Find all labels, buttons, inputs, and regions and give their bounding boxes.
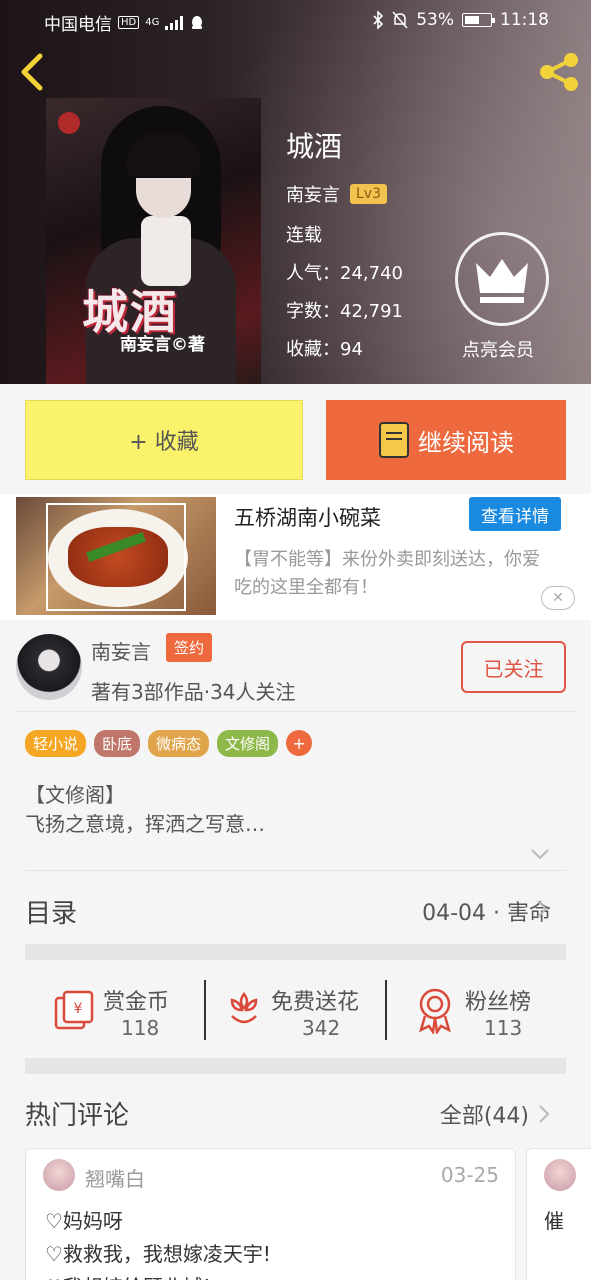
all-comments-link[interactable]: 全部(44) [440, 1098, 529, 1130]
flower-icon [230, 991, 258, 1024]
comment-line: ♡我想嫁给顾北城! [45, 1271, 211, 1280]
book-word-count: 字数：42,791 [286, 301, 403, 322]
signed-badge: 签约 [166, 633, 213, 662]
tag-list: 轻小说 卧底 微病态 文修阁 + [25, 730, 313, 757]
stat-value: 118 [121, 1016, 160, 1040]
hd-icon: HD [118, 16, 140, 29]
follow-button[interactable]: 已关注 [461, 641, 566, 693]
cover-moon [58, 112, 80, 134]
vip-label: 点亮会员 [462, 340, 534, 361]
ad-detail-button[interactable]: 查看详情 [469, 497, 561, 531]
expand-intro-button[interactable] [530, 846, 550, 860]
comment-card[interactable]: 催 [526, 1148, 591, 1280]
commenter-avatar[interactable] [43, 1159, 75, 1191]
author-level-badge: Lv3 [350, 184, 387, 204]
tag-item[interactable]: 卧底 [94, 730, 141, 757]
divider [25, 870, 566, 871]
book-cover[interactable]: 城酒 南妄言©著 [46, 98, 261, 384]
divider [16, 711, 575, 712]
author-avatar[interactable] [16, 634, 82, 700]
book-header: 中国电信 HD 4G 53% 11:18 城酒 南妄言©著 城酒 南妄言 Lv3… [0, 0, 591, 384]
tag-item[interactable]: 轻小说 [25, 730, 87, 757]
carrier-label: 中国电信 [44, 15, 112, 35]
book-status: 连载 [286, 225, 322, 246]
ad-title: 五桥湖南小碗菜 [234, 506, 381, 530]
ad-image-frame [46, 503, 186, 611]
comment-line: ♡救救我，我想嫁凌天宇! [45, 1242, 271, 1266]
tag-item[interactable]: 文修阁 [217, 730, 279, 757]
crown-icon [476, 259, 528, 303]
commenter-avatar[interactable] [544, 1159, 576, 1191]
book-icon [379, 422, 409, 458]
svg-text:¥: ¥ [74, 1001, 83, 1017]
book-author[interactable]: 南妄言 [286, 181, 340, 207]
stat-label: 免费送花 [271, 990, 360, 1015]
medal-icon [419, 988, 451, 1034]
chevron-right-icon [537, 900, 548, 918]
book-info: 城酒 南妄言 Lv3 连载 人气：24,740 字数：42,791 收藏：94 [286, 125, 403, 373]
comment-line: ♡妈妈呀 [45, 1209, 123, 1233]
network-label: 4G [145, 17, 160, 28]
section-separator [25, 944, 566, 960]
tag-item[interactable]: 微病态 [148, 730, 210, 757]
status-bar: 中国电信 HD 4G 53% 11:18 [0, 0, 591, 40]
stat-label: 赏金币 [103, 990, 170, 1015]
chevron-right-icon [539, 1105, 550, 1123]
battery-percent: 53% [416, 10, 454, 30]
share-button[interactable] [535, 48, 583, 96]
comment-card[interactable]: 翘嘴白 03-25 ♡妈妈呀 ♡救救我，我想嫁凌天宇! ♡我想嫁给顾北城! [25, 1148, 516, 1280]
fan-ranking-stat[interactable]: 粉丝榜 113 [387, 970, 566, 1050]
battery-icon [462, 13, 495, 27]
chevron-down-icon [531, 849, 549, 860]
bluetooth-icon [373, 11, 384, 29]
author-works-summary: 著有3部作品·34人关注 [91, 680, 296, 704]
comment-line: 催 [544, 1209, 564, 1233]
add-tag-button[interactable]: + [286, 730, 313, 756]
stat-value: 113 [484, 1016, 523, 1040]
book-popularity: 人气：24,740 [286, 263, 403, 284]
author-name[interactable]: 南妄言 [91, 636, 151, 665]
vip-button[interactable] [455, 232, 549, 326]
ad-description: 【胃不能等】来份外卖即刻送达，你爱吃的这里全都有！ [234, 549, 540, 598]
signal-icon [165, 15, 184, 30]
comment-date: 03-25 [440, 1163, 499, 1187]
book-intro: 【文修阁】 飞扬之意境，挥洒之写意… [25, 781, 265, 839]
section-separator [25, 1058, 566, 1074]
book-favorites: 收藏：94 [286, 339, 363, 360]
mute-bell-icon [392, 11, 408, 29]
hot-comments-title: 热门评论 [25, 1101, 130, 1131]
toc-title[interactable]: 目录 [25, 893, 77, 930]
continue-read-label: 继续阅读 [418, 428, 514, 457]
cover-author: 南妄言©著 [120, 335, 205, 355]
clock: 11:18 [500, 10, 549, 30]
close-icon: ✕ [552, 590, 564, 606]
book-title: 城酒 [286, 130, 343, 163]
ad-banner[interactable]: 五桥湖南小碗菜 查看详情 【胃不能等】来份外卖即刻送达，你爱吃的这里全都有！ [0, 494, 591, 620]
stat-label: 粉丝榜 [465, 990, 532, 1015]
cover-hair [126, 133, 201, 178]
stats-row: ¥ 赏金币 118 免费送花 342 粉丝榜 113 [25, 970, 566, 1050]
ad-image[interactable] [16, 497, 216, 615]
commenter-name[interactable]: 翘嘴白 [85, 1163, 145, 1192]
free-flower-stat[interactable]: 免费送花 342 [206, 970, 384, 1050]
reward-coin-stat[interactable]: ¥ 赏金币 118 [25, 970, 203, 1050]
continue-read-button[interactable]: 继续阅读 [326, 400, 566, 480]
back-button[interactable] [14, 50, 54, 94]
qq-icon [192, 15, 203, 29]
share-icon [540, 53, 578, 91]
intro-line: 【文修阁】 [25, 783, 125, 807]
stat-value: 342 [302, 1016, 341, 1040]
collect-button[interactable]: + 收藏 [25, 400, 303, 480]
toc-latest-chapter[interactable]: 04-04 · 害命 [422, 895, 551, 927]
ad-close-button[interactable]: ✕ [541, 586, 575, 610]
back-arrow-icon [21, 53, 43, 91]
reward-coin-icon: ¥ [54, 990, 94, 1030]
intro-line: 飞扬之意境，挥洒之写意… [25, 812, 265, 836]
